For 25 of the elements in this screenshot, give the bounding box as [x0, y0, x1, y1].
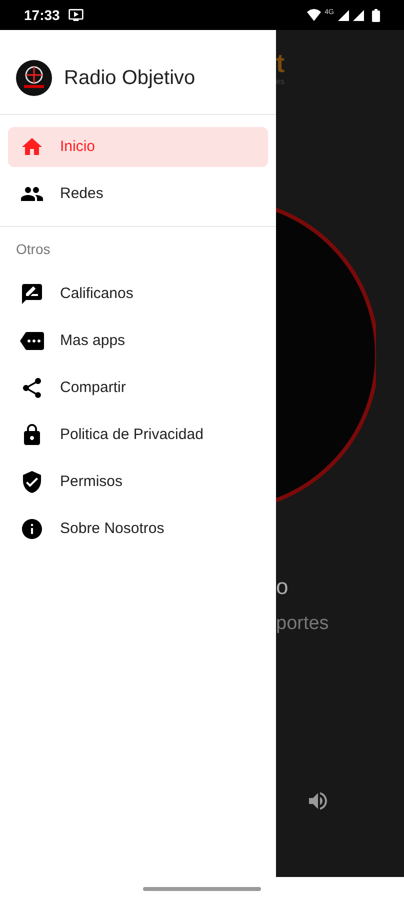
info-icon	[20, 517, 44, 541]
share-icon	[20, 376, 44, 400]
wifi-icon	[306, 9, 321, 21]
section-label: Otros	[15, 240, 52, 259]
video-icon	[68, 7, 84, 23]
more-apps-icon	[20, 329, 44, 353]
tagline-fragment: portes	[276, 612, 330, 636]
drawer-item[interactable]: Permisos	[8, 462, 268, 502]
app-title: Radio Objetivo	[64, 66, 196, 91]
station-fragment: o	[276, 576, 290, 598]
drawer-item[interactable]: Politica de Privacidad	[8, 415, 268, 455]
drawer-item[interactable]: Calificanos	[8, 274, 268, 314]
logo-icon	[16, 60, 52, 96]
drawer-item[interactable]: Mas apps	[8, 321, 268, 361]
shield-icon	[20, 470, 44, 494]
signal-icon	[353, 10, 364, 20]
status-time: 17:33	[24, 6, 60, 24]
drawer-item[interactable]: Redes	[8, 174, 268, 214]
drawer-item[interactable]: Compartir	[8, 368, 268, 408]
battery-icon	[372, 8, 380, 22]
title-fragment: t	[276, 50, 286, 76]
signal-icon	[338, 10, 349, 20]
rating-icon	[20, 282, 44, 306]
gesture-handle[interactable]	[143, 886, 261, 890]
drawer-item[interactable]: Sobre Nosotros	[8, 509, 268, 549]
